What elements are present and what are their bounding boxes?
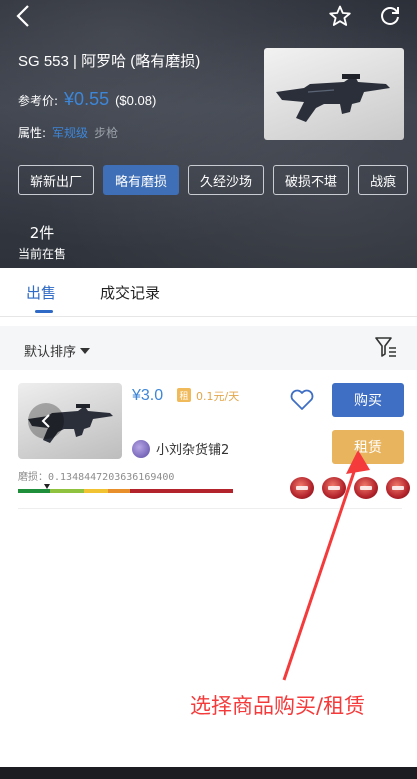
on-sale-count: 2件 (29, 224, 55, 242)
item-title: SG 553 | 阿罗哈 (略有磨损) (18, 53, 201, 70)
wear-marker (43, 484, 50, 489)
active-tab-indicator (35, 310, 53, 313)
heart-icon[interactable] (289, 388, 315, 412)
system-nav-bar (0, 767, 417, 779)
item-thumbnail (264, 48, 404, 140)
reference-price: 参考价: ¥0.55 ($0.08) (18, 89, 156, 110)
star-icon[interactable] (326, 2, 354, 30)
chip-field-tested[interactable]: 久经沙场 (188, 165, 265, 195)
tab-history[interactable]: 成交记录 (100, 282, 160, 303)
chip-minimal-wear[interactable]: 略有磨损 (103, 165, 180, 195)
item-attributes: 属性: 军规级 步枪 (18, 124, 118, 141)
filter-icon[interactable] (374, 336, 398, 358)
tab-bar: 出售 成交记录 (0, 268, 417, 317)
sort-label: 默认排序 (24, 345, 77, 360)
carousel-back-icon[interactable] (28, 403, 64, 439)
price-usd: ($0.08) (115, 93, 157, 108)
tab-sell[interactable]: 出售 (26, 282, 56, 303)
attr-grade: 军规级 (52, 126, 89, 140)
seller-name: 小刘杂货铺2 (156, 443, 230, 458)
annotation-text: 选择商品购买/租赁 (190, 694, 366, 718)
chip-battle-scarred[interactable]: 战痕 (358, 165, 409, 195)
attr-label: 属性: (18, 126, 47, 140)
sort-dropdown[interactable]: 默认排序 (24, 341, 91, 360)
wear-chip-row: 崭新出厂 略有磨损 久经沙场 破损不堪 战痕 (18, 165, 409, 195)
back-icon[interactable] (10, 2, 38, 30)
wear-value: 磨损：0.1348447203636169400 (18, 472, 175, 483)
seller-info[interactable]: 小刘杂货铺2 (132, 439, 229, 458)
rifle-image (276, 74, 390, 122)
rent-tag: 租 (177, 388, 191, 402)
listing-price: ¥3.0 (132, 387, 164, 404)
wear-bar (18, 489, 233, 493)
seller-avatar (132, 439, 150, 458)
chip-well-worn[interactable]: 破损不堪 (273, 165, 350, 195)
caret-down-icon (80, 347, 91, 354)
listing-image[interactable] (18, 383, 122, 459)
on-sale-label: 当前在售 (18, 247, 67, 261)
rent-price: 0.1元/天 (196, 390, 240, 403)
annotation-arrow (282, 450, 370, 681)
refresh-icon[interactable] (376, 2, 404, 30)
buy-button[interactable]: 购买 (332, 383, 404, 417)
price-main: ¥0.55 (64, 89, 110, 109)
chip-factory-new[interactable]: 崭新出厂 (18, 165, 95, 195)
attr-type: 步枪 (94, 126, 119, 140)
sticker-icon[interactable] (386, 477, 410, 499)
on-sale-summary: 2件 当前在售 (18, 222, 66, 262)
price-label: 参考价: (18, 94, 59, 108)
